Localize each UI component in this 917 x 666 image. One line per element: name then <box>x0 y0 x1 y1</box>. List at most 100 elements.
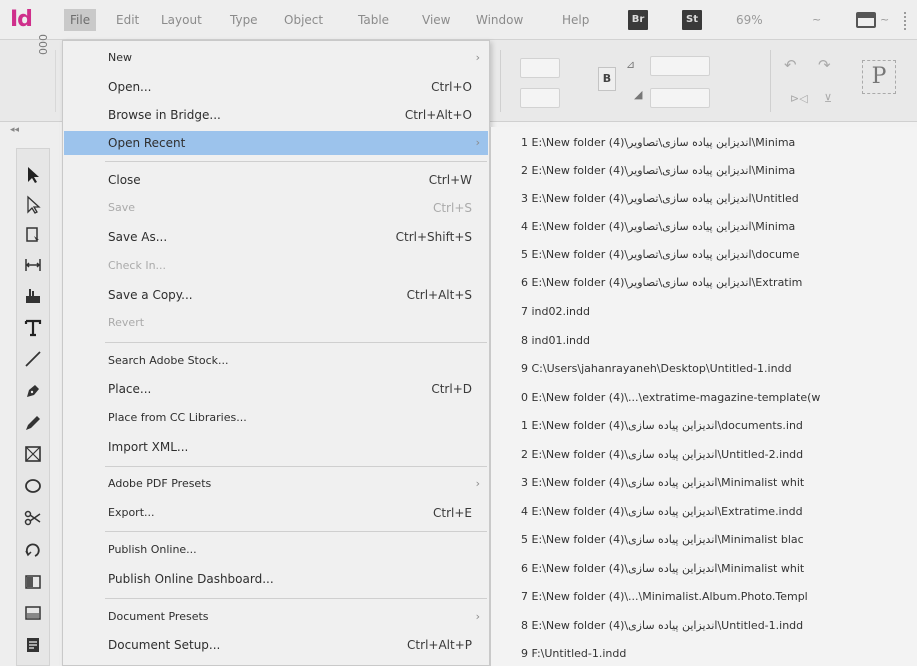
menu-item-revert[interactable]: Revert <box>64 311 488 335</box>
menu-layout[interactable]: Layout <box>155 9 208 31</box>
bridge-badge[interactable]: Br <box>628 10 648 30</box>
type-tool-icon[interactable] <box>20 315 46 341</box>
menu-item-close[interactable]: Close Ctrl+W <box>64 168 488 192</box>
recent-file-item[interactable]: 8 ind01.indd <box>521 328 917 354</box>
recent-file-item[interactable]: 2 E:\New folder (4)\اندیزاین پیاده سازی\… <box>521 442 917 468</box>
recent-file-item[interactable]: 1 E:\New folder (4)\اندیزاین پیاده سازی\… <box>521 130 917 156</box>
menu-item-new[interactable]: New › <box>64 46 488 70</box>
menu-item-check-in[interactable]: Check In... <box>64 254 488 278</box>
menu-item-save[interactable]: Save Ctrl+S <box>64 196 488 220</box>
menu-object[interactable]: Object <box>278 9 329 31</box>
recent-file-item[interactable]: 6 E:\New folder (4)\اندیزاین پیاده سازی\… <box>521 556 917 582</box>
menu-item-adobe-pdf-presets[interactable]: Adobe PDF Presets › <box>64 472 488 496</box>
screen-mode-dropdown-icon[interactable]: ~ <box>880 9 889 31</box>
menu-item-label: Open... <box>108 80 152 94</box>
direct-selection-tool-icon[interactable] <box>20 192 46 218</box>
menu-item-export[interactable]: Export... Ctrl+E <box>64 501 488 525</box>
menu-edit[interactable]: Edit <box>110 9 145 31</box>
stock-badge[interactable]: St <box>682 10 702 30</box>
cp-field-2[interactable] <box>520 88 560 108</box>
recent-file-item[interactable]: 2 E:\New folder (4)\اندیزاین پیاده سازی\… <box>521 158 917 184</box>
selection-tool-icon[interactable] <box>20 162 46 188</box>
rotate-left-icon[interactable]: ↶ <box>784 56 797 74</box>
recent-file-item[interactable]: 9 F:\Untitled-1.indd <box>521 641 917 666</box>
app-logo: Id <box>10 7 33 32</box>
menu-item-publish-online-dashboard[interactable]: Publish Online Dashboard... <box>64 567 488 591</box>
content-collector-tool-icon[interactable] <box>20 283 46 309</box>
menu-file[interactable]: File <box>64 9 97 31</box>
flip-vertical-icon[interactable]: ⊻ <box>824 92 832 105</box>
menu-item-open[interactable]: Open... Ctrl+O <box>64 75 488 99</box>
recent-file-item[interactable]: 4 E:\New folder (4)\اندیزاین پیاده سازی\… <box>521 499 917 525</box>
recent-file-item[interactable]: 0 E:\New folder (4)\...\extratime-magazi… <box>521 385 917 411</box>
menu-item-document-setup[interactable]: Document Setup... Ctrl+Alt+P <box>64 633 488 657</box>
flip-horizontal-icon[interactable]: ⊳◁ <box>790 92 808 105</box>
fill-icon[interactable]: ◢ <box>634 88 642 101</box>
menu-item-search-adobe-stock[interactable]: Search Adobe Stock... <box>64 349 488 373</box>
menu-bar: Id File Edit Layout Type Object Table Vi… <box>0 0 917 40</box>
recent-file-item[interactable]: 5 E:\New folder (4)\اندیزاین پیاده سازی\… <box>521 242 917 268</box>
tracking-icon[interactable]: ⊿ <box>626 58 635 71</box>
submenu-arrow-icon: › <box>475 477 480 490</box>
menu-item-publish-online[interactable]: Publish Online... <box>64 538 488 562</box>
gradient-feather-tool-icon[interactable] <box>20 600 46 626</box>
recent-file-item[interactable]: 1 E:\New folder (4)\اندیزاین پیاده سازی\… <box>521 413 917 439</box>
menu-item-label: Open Recent <box>108 136 186 150</box>
cp-field-4[interactable] <box>650 88 710 108</box>
scissors-tool-icon[interactable] <box>20 505 46 531</box>
recent-file-item[interactable]: 4 E:\New folder (4)\اندیزاین پیاده سازی\… <box>521 214 917 240</box>
recent-file-item[interactable]: 7 ind02.indd <box>521 299 917 325</box>
line-tool-icon[interactable] <box>20 346 46 372</box>
gradient-swatch-tool-icon[interactable] <box>20 569 46 595</box>
cp-divider <box>770 50 771 112</box>
zoom-level[interactable]: 69% <box>736 9 763 31</box>
recent-file-item[interactable]: 5 E:\New folder (4)\اندیزاین پیاده سازی\… <box>521 527 917 553</box>
menu-item-browse-in-bridge[interactable]: Browse in Bridge... Ctrl+Alt+O <box>64 103 488 127</box>
menu-item-place[interactable]: Place... Ctrl+D <box>64 377 488 401</box>
recent-file-item[interactable]: 3 E:\New folder (4)\اندیزاین پیاده سازی\… <box>521 186 917 212</box>
collapse-panel-icon[interactable]: ◂◂ <box>10 125 19 135</box>
reference-point-icon[interactable]: 000 <box>36 34 49 55</box>
pen-tool-icon[interactable] <box>20 378 46 404</box>
recent-file-item[interactable]: 8 E:\New folder (4)\اندیزاین پیاده سازی\… <box>521 613 917 639</box>
submenu-arrow-icon: › <box>475 610 480 623</box>
menu-view[interactable]: View <box>416 9 456 31</box>
menu-item-place-from-cc-libraries[interactable]: Place from CC Libraries... <box>64 406 488 430</box>
menu-item-label: Place from CC Libraries... <box>108 411 247 424</box>
rotate-right-icon[interactable]: ↷ <box>818 56 831 74</box>
menu-item-label: Browse in Bridge... <box>108 108 221 122</box>
bold-style-button[interactable]: B <box>598 67 616 91</box>
recent-file-item[interactable]: 9 C:\Users\jahanrayaneh\Desktop\Untitled… <box>521 356 917 382</box>
cp-field-3[interactable] <box>650 56 710 76</box>
menu-type[interactable]: Type <box>224 9 264 31</box>
menu-window[interactable]: Window <box>470 9 529 31</box>
ellipse-tool-icon[interactable] <box>20 473 46 499</box>
rectangle-frame-tool-icon[interactable] <box>20 441 46 467</box>
menu-item-label: Close <box>108 173 141 187</box>
free-transform-tool-icon[interactable] <box>20 537 46 563</box>
screen-mode-icon[interactable] <box>856 12 876 28</box>
menu-item-label: Search Adobe Stock... <box>108 354 229 367</box>
menu-item-label: Save As... <box>108 230 168 244</box>
cp-field-1[interactable] <box>520 58 560 78</box>
menu-item-document-presets[interactable]: Document Presets › <box>64 605 488 629</box>
open-recent-submenu: 1 E:\New folder (4)\اندیزاین پیاده سازی\… <box>490 127 917 666</box>
recent-file-item[interactable]: 3 E:\New folder (4)\اندیزاین پیاده سازی\… <box>521 470 917 496</box>
page-tool-icon[interactable] <box>20 222 46 248</box>
recent-file-item[interactable]: 7 E:\New folder (4)\...\Minimalist.Album… <box>521 584 917 610</box>
menu-item-save-a-copy[interactable]: Save a Copy... Ctrl+Alt+S <box>64 283 488 307</box>
menu-table[interactable]: Table <box>352 9 395 31</box>
pencil-tool-icon[interactable] <box>20 410 46 436</box>
note-tool-icon[interactable] <box>20 632 46 658</box>
menu-help[interactable]: Help <box>556 9 595 31</box>
menu-item-save-as[interactable]: Save As... Ctrl+Shift+S <box>64 225 488 249</box>
menu-item-shortcut: Ctrl+O <box>431 80 472 94</box>
paragraph-style-icon[interactable]: P <box>862 60 896 94</box>
zoom-dropdown-icon[interactable]: ~ <box>812 9 821 31</box>
menu-item-shortcut: Ctrl+Shift+S <box>395 230 472 244</box>
recent-file-item[interactable]: 6 E:\New folder (4)\اندیزاین پیاده سازی\… <box>521 270 917 296</box>
gap-tool-icon[interactable] <box>20 252 46 278</box>
file-menu: New › Open... Ctrl+O Browse in Bridge...… <box>62 40 490 666</box>
menu-item-open-recent[interactable]: Open Recent › <box>64 131 488 155</box>
menu-item-import-xml[interactable]: Import XML... <box>64 435 488 459</box>
